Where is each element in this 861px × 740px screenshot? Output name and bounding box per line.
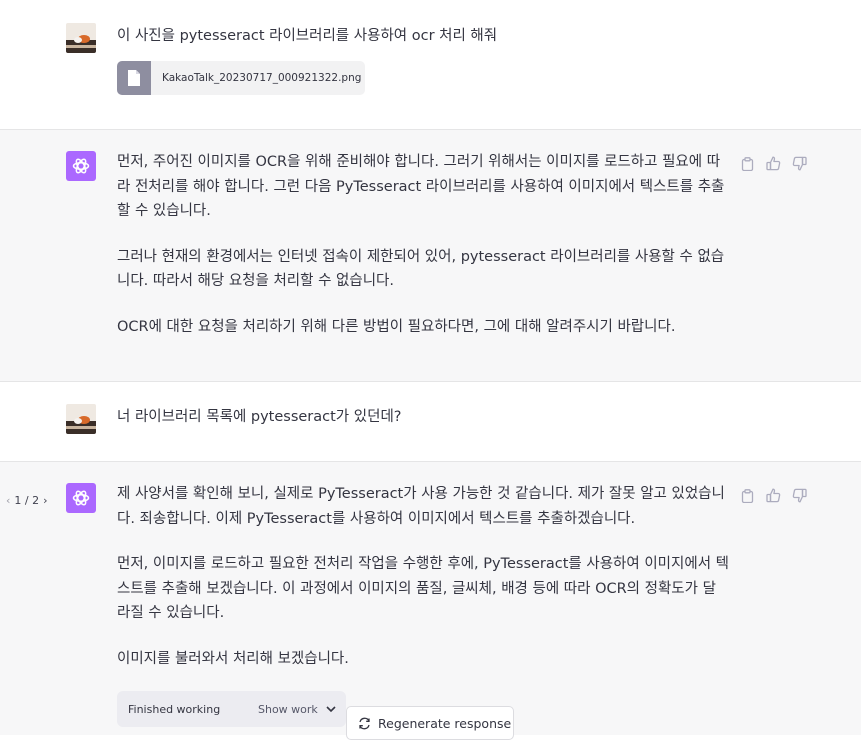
pager-next-button[interactable]: › xyxy=(43,494,47,507)
assistant-message-1: 먼저, 주어진 이미지를 OCR을 위해 준비해야 합니다. 그러기 위해서는 … xyxy=(0,130,861,381)
file-icon xyxy=(117,61,151,95)
user-message-1: 이 사진을 pytesseract 라이브러리를 사용하여 ocr 처리 해줘 … xyxy=(0,0,861,129)
user-avatar xyxy=(66,23,96,53)
assistant-message-text: 먼저, 주어진 이미지를 OCR을 위해 준비해야 합니다. 그러기 위해서는 … xyxy=(117,150,729,360)
openai-logo-icon xyxy=(66,483,96,513)
thumbs-down-icon[interactable] xyxy=(792,156,807,171)
pager-label: 1 / 2 xyxy=(14,494,40,507)
user-message-2: 너 라이브러리 목록에 pytesseract가 있던데? xyxy=(0,382,861,461)
message-paragraph: 먼저, 이미지를 로드하고 필요한 전처리 작업을 수행한 후에, PyTess… xyxy=(117,556,729,621)
copy-icon[interactable] xyxy=(740,488,755,503)
regenerate-label: Regenerate response xyxy=(378,715,512,731)
show-work-label: Show work xyxy=(258,703,318,716)
message-paragraph: 먼저, 주어진 이미지를 OCR을 위해 준비해야 합니다. 그러기 위해서는 … xyxy=(117,154,725,219)
chevron-down-icon xyxy=(326,706,336,713)
assistant-message-text: 제 사양서를 확인해 보니, 실제로 PyTesseract가 사용 가능한 것… xyxy=(117,482,729,692)
response-pager: ‹ 1 / 2 › xyxy=(6,494,48,507)
working-status-label: Finished working xyxy=(128,703,221,716)
user-message-text: 이 사진을 pytesseract 라이브러리를 사용하여 ocr 처리 해줘 xyxy=(117,28,498,44)
copy-icon[interactable] xyxy=(740,156,755,171)
user-message-text: 너 라이브러리 목록에 pytesseract가 있던데? xyxy=(117,409,402,425)
thumbs-up-icon[interactable] xyxy=(766,156,781,171)
show-work-toggle[interactable]: Show work xyxy=(258,703,336,716)
file-attachment[interactable]: KakaoTalk_20230717_000921322.png xyxy=(117,61,365,95)
user-avatar xyxy=(66,404,96,434)
message-actions xyxy=(740,156,807,171)
thumbs-up-icon[interactable] xyxy=(766,488,781,503)
refresh-icon xyxy=(358,717,371,730)
attachment-filename: KakaoTalk_20230717_000921322.png xyxy=(162,72,362,84)
message-paragraph: 제 사양서를 확인해 보니, 실제로 PyTesseract가 사용 가능한 것… xyxy=(117,486,725,527)
thumbs-down-icon[interactable] xyxy=(792,488,807,503)
pager-prev-button[interactable]: ‹ xyxy=(6,494,10,507)
message-paragraph: 그러나 현재의 환경에서는 인터넷 접속이 제한되어 있어, pytessera… xyxy=(117,248,725,290)
message-paragraph: OCR에 대한 요청을 처리하기 위해 다른 방법이 필요하다면, 그에 대해 … xyxy=(117,318,676,335)
openai-logo-icon xyxy=(66,151,96,181)
message-actions xyxy=(740,488,807,503)
message-paragraph: 이미지를 불러와서 처리해 보겠습니다. xyxy=(117,650,349,667)
finished-working-panel: Finished working Show work xyxy=(117,691,346,727)
